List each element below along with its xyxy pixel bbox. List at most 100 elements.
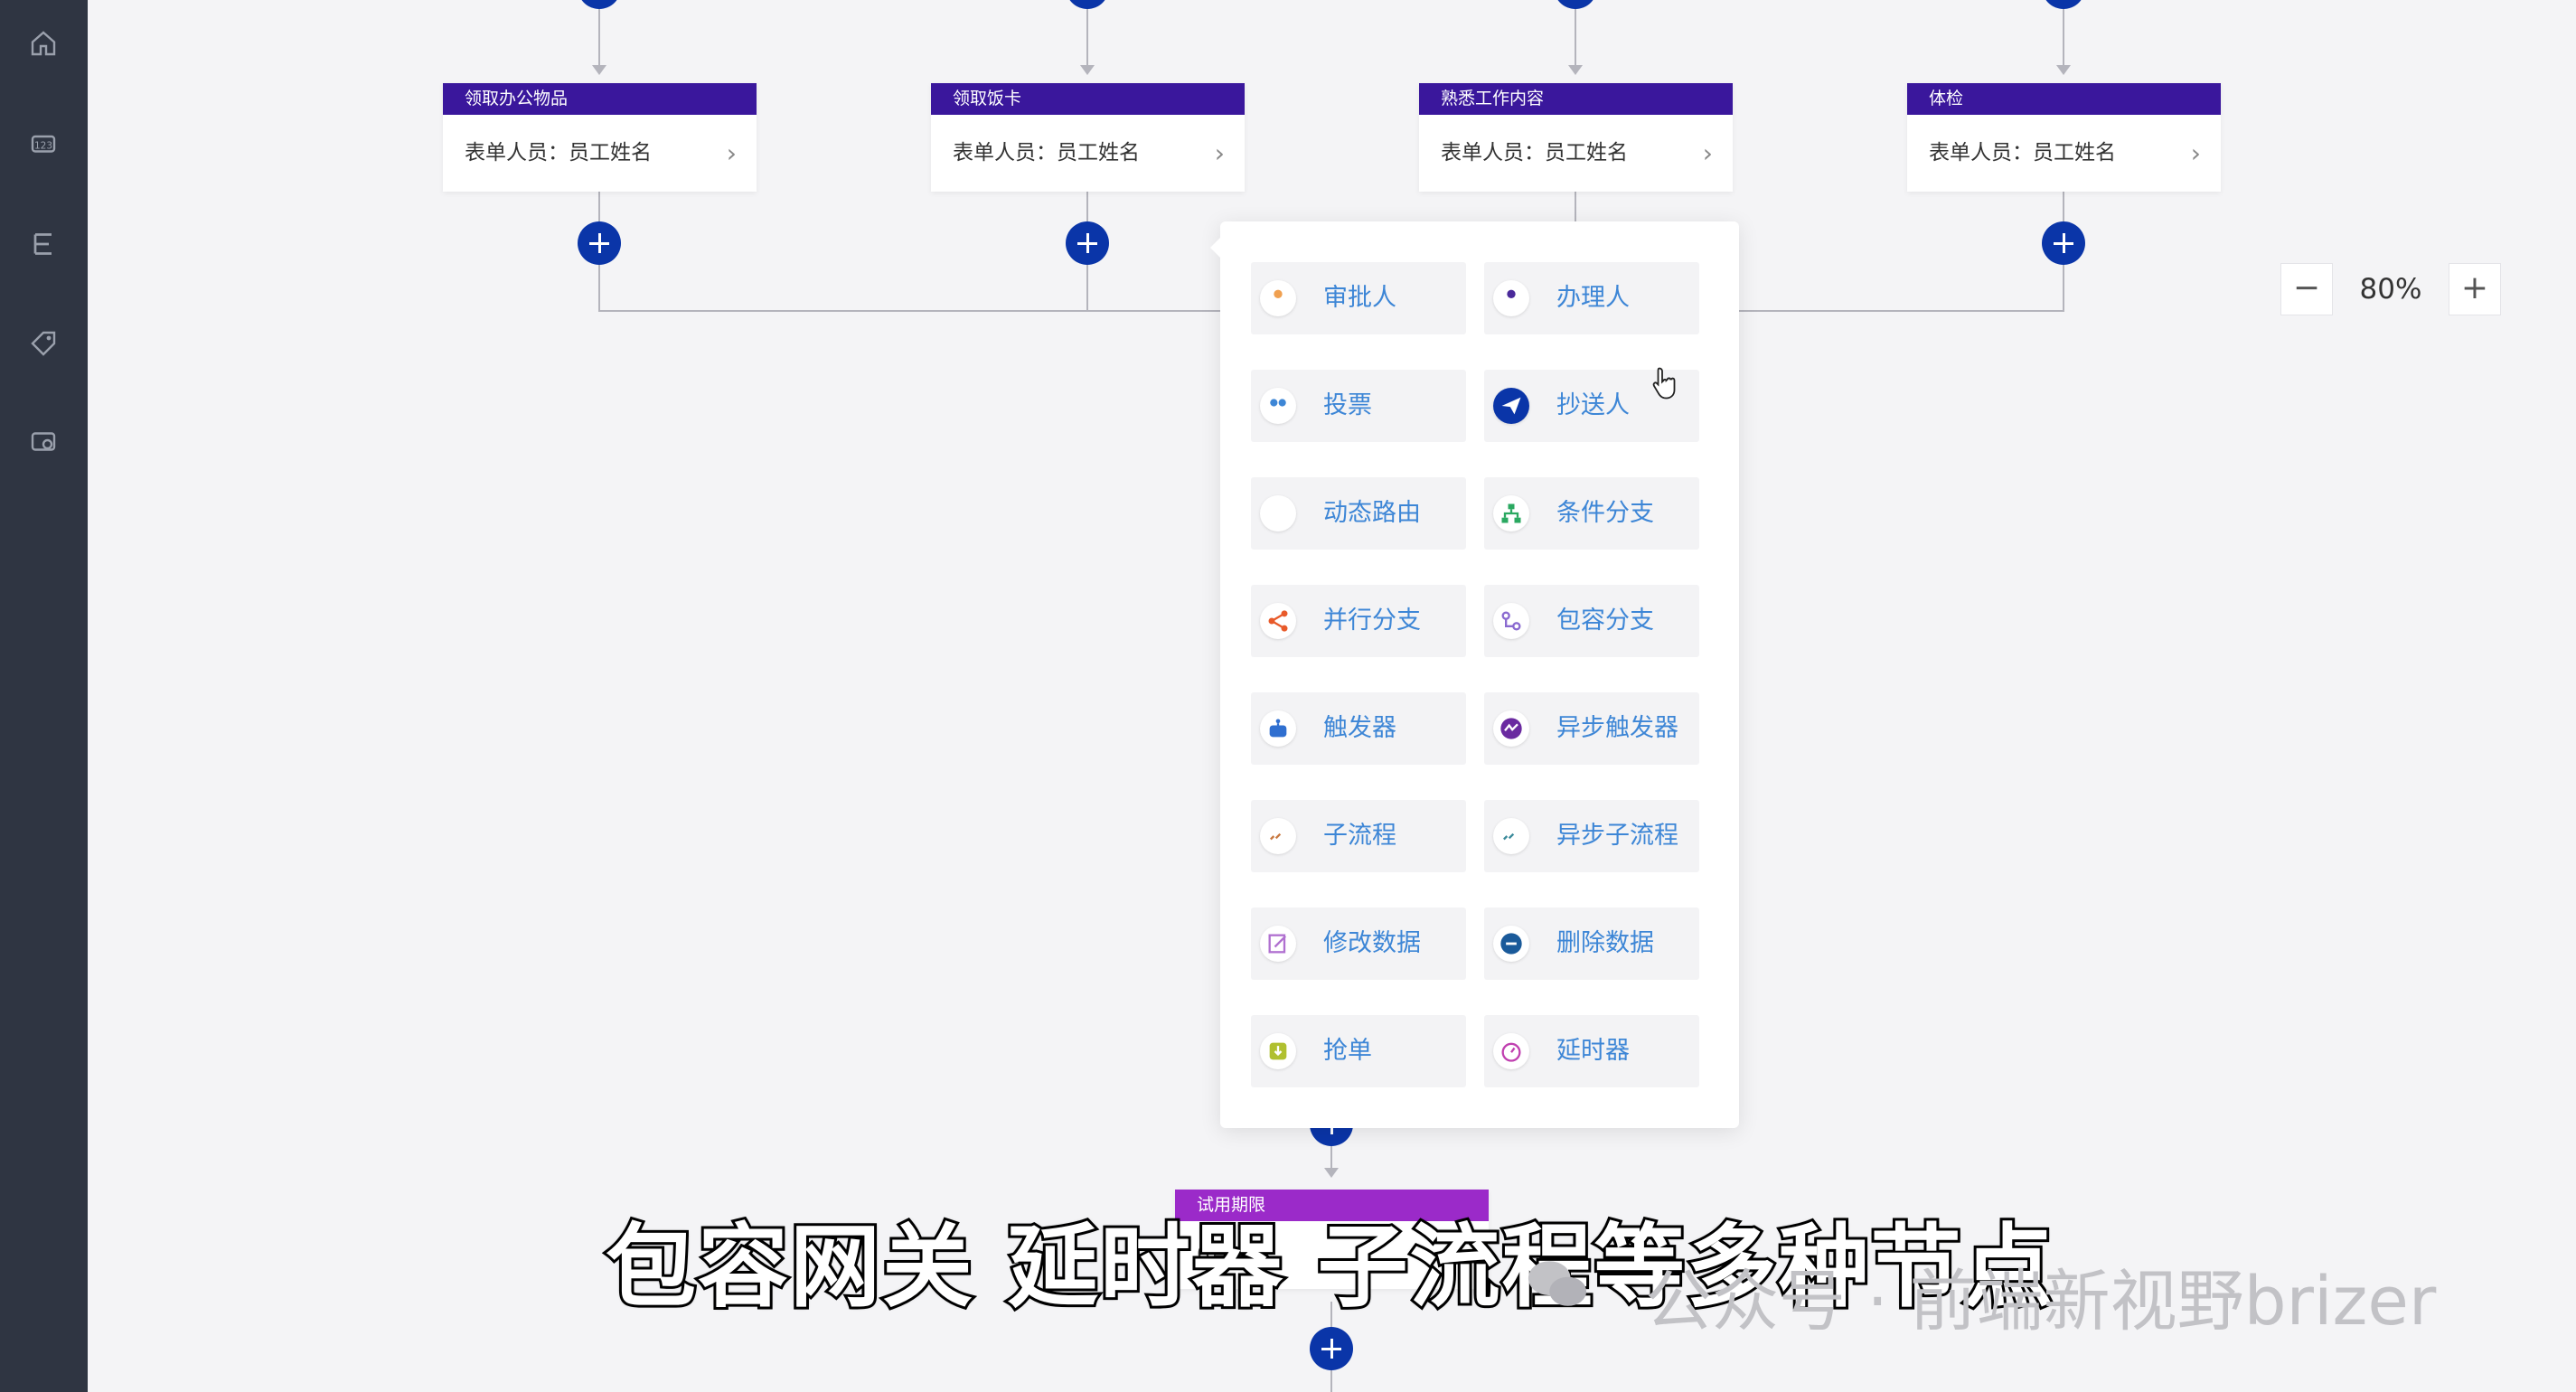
handler-icon [1493,280,1529,316]
flow-node[interactable]: 领取办公物品 表单人员：员工姓名 › [443,83,757,192]
async-subprocess-icon [1493,818,1529,854]
edit-data-icon [1260,926,1296,962]
node-type-label: 并行分支 [1323,607,1421,635]
flow-node[interactable]: 熟悉工作内容 表单人员：员工姓名 › [1419,83,1733,192]
chevron-right-icon: › [2190,138,2201,168]
node-type-handler[interactable]: 办理人 [1484,262,1699,334]
node-content: 表单人员：员工姓名 › [931,115,1245,192]
arrow-icon [592,65,606,75]
add-node-button[interactable] [1554,0,1597,9]
node-type-condition-branch[interactable]: 条件分支 [1484,477,1699,550]
node-type-label: 异步触发器 [1556,714,1678,742]
node-type-label: 办理人 [1556,284,1630,312]
watermark-text: 公众号 · 前端新视野brizer [1645,1263,2437,1340]
tag-icon[interactable] [27,327,60,360]
arrow-icon [1568,65,1583,75]
monitor-icon[interactable] [27,427,60,459]
node-type-timer[interactable]: 延时器 [1484,1015,1699,1087]
home-icon[interactable] [27,27,60,60]
sidebar: 123 [0,0,88,1392]
delete-data-icon [1493,926,1529,962]
connector-line [1086,0,1088,72]
node-type-label: 异步子流程 [1556,822,1678,850]
add-node-button[interactable] [2042,0,2085,9]
node-content-text: 表单人员：员工姓名 [953,141,1140,165]
inclusive-branch-icon [1493,603,1529,639]
node-type-delete-data[interactable]: 删除数据 [1484,908,1699,980]
node-type-subprocess[interactable]: 子流程 [1251,800,1466,872]
node-title: 领取饭卡 [931,83,1245,115]
node-type-label: 删除数据 [1556,929,1654,957]
node-content: 表单人员：员工姓名 › [443,115,757,192]
node-type-vote[interactable]: 投票 [1251,370,1466,442]
chevron-right-icon: › [726,138,737,168]
node-title: 体检 [1907,83,2221,115]
add-node-button[interactable] [1066,0,1109,9]
node-type-route[interactable]: 动态路由 [1251,477,1466,550]
grab-order-icon [1260,1033,1296,1069]
node-type-edit-data[interactable]: 修改数据 [1251,908,1466,980]
chevron-right-icon: › [1702,138,1713,168]
subprocess-icon [1260,818,1296,854]
node-type-label: 触发器 [1323,714,1396,742]
node-title: 领取办公物品 [443,83,757,115]
node-content: 表单人员：员工姓名 › [1907,115,2221,192]
approver-icon [1260,280,1296,316]
vote-icon [1260,388,1296,424]
connector-line [1575,190,1576,226]
svg-text:123: 123 [34,141,52,152]
condition-branch-icon [1493,495,1529,531]
zoom-out-button[interactable]: − [2280,263,2333,315]
numbers-icon[interactable]: 123 [27,128,60,161]
node-content-text: 表单人员：员工姓名 [1441,141,1628,165]
node-type-async-subprocess[interactable]: 异步子流程 [1484,800,1699,872]
node-type-label: 投票 [1323,391,1372,419]
hand-cursor-icon [1652,367,1676,400]
chevron-right-icon: › [1214,138,1225,168]
flow-node[interactable]: 体检 表单人员：员工姓名 › [1907,83,2221,192]
flow-node[interactable]: 领取饭卡 表单人员：员工姓名 › [931,83,1245,192]
node-type-label: 动态路由 [1323,499,1421,527]
flow-canvas: 领取办公物品 表单人员：员工姓名 › 领取饭卡 表单人员：员工姓名 › 熟悉工作… [88,0,2576,1392]
timer-icon [1493,1033,1529,1069]
route-icon [1260,495,1296,531]
add-node-button[interactable] [1310,1327,1353,1370]
node-content-text: 表单人员：员工姓名 [1929,141,2116,165]
add-node-button[interactable] [2042,221,2085,265]
zoom-in-button[interactable]: + [2449,263,2501,315]
add-node-popover: 审批人 办理人投票 抄送人动态路由 条件分支并行分支 包容分支触发器 异步触发器子流程 异步… [1210,221,1739,1128]
node-type-grab-order[interactable]: 抢单 [1251,1015,1466,1087]
trigger-icon [1260,710,1296,747]
zoom-level: 80% [2359,273,2422,306]
add-node-button[interactable] [578,221,621,265]
wechat-icon [1528,1261,1587,1306]
arrow-icon [2056,65,2071,75]
node-type-parallel-branch[interactable]: 并行分支 [1251,585,1466,657]
node-type-label: 条件分支 [1556,499,1654,527]
connector-line [598,0,600,72]
node-type-label: 延时器 [1556,1037,1630,1065]
connector-line [2063,0,2064,72]
send-icon [1493,388,1529,424]
connector-line [1575,0,1576,72]
add-node-button[interactable] [578,0,621,9]
node-type-label: 修改数据 [1323,929,1421,957]
node-type-label: 子流程 [1323,822,1396,850]
node-title: 熟悉工作内容 [1419,83,1733,115]
node-type-trigger[interactable]: 触发器 [1251,692,1466,765]
node-content-text: 表单人员：员工姓名 [465,141,652,165]
node-type-inclusive-branch[interactable]: 包容分支 [1484,585,1699,657]
arrow-icon [1080,65,1095,75]
node-type-label: 审批人 [1323,284,1396,312]
tree-icon[interactable] [27,228,60,260]
async-trigger-icon [1493,710,1529,747]
add-node-button[interactable] [1066,221,1109,265]
node-content: 表单人员：员工姓名 › [1419,115,1733,192]
node-type-label: 抢单 [1323,1037,1372,1065]
node-type-async-trigger[interactable]: 异步触发器 [1484,692,1699,765]
node-type-label: 抄送人 [1556,391,1630,419]
arrow-icon [1324,1168,1339,1178]
node-type-label: 包容分支 [1556,607,1654,635]
node-type-approver[interactable]: 审批人 [1251,262,1466,334]
parallel-branch-icon [1260,603,1296,639]
